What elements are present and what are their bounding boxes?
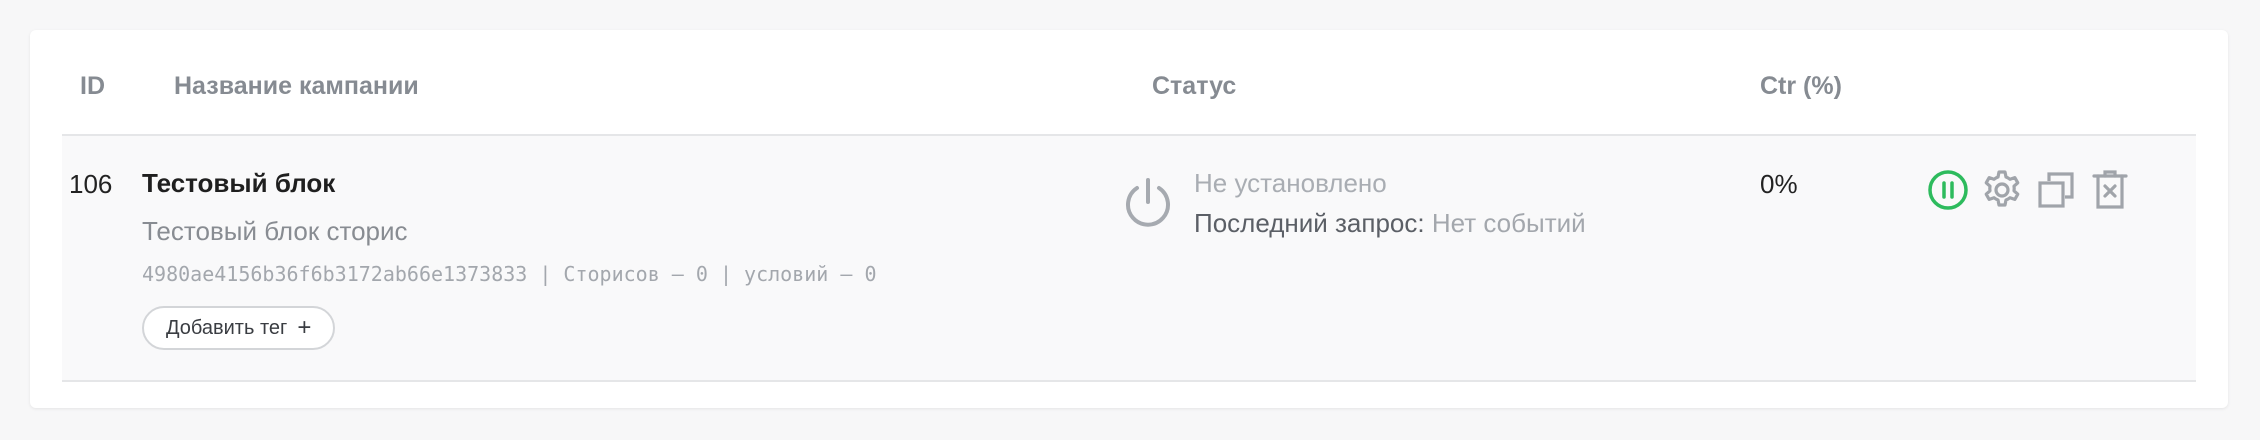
power-icon [1126, 178, 1170, 227]
plus-icon: + [297, 314, 312, 341]
pause-button[interactable] [1926, 166, 1970, 214]
header-id[interactable]: ID [80, 72, 105, 101]
table-row: 106 Тестовый блок Тестовый блок сторис 4… [62, 136, 2196, 382]
gear-icon [1984, 170, 2020, 207]
campaign-meta: 4980ae4156b36f6b3172ab66e1373833 | Стори… [142, 262, 877, 286]
last-request-label: Последний запрос: [1194, 208, 1425, 238]
campaign-title[interactable]: Тестовый блок [142, 168, 335, 199]
delete-button[interactable] [2088, 166, 2132, 214]
campaigns-card: ID Название кампании Статус Ctr (%) 106 … [30, 30, 2228, 408]
last-request: Последний запрос: Нет событий [1194, 208, 1586, 239]
duplicate-button[interactable] [2034, 166, 2078, 214]
header-campaign-name[interactable]: Название кампании [174, 72, 419, 101]
settings-button[interactable] [1980, 166, 2024, 214]
add-tag-button[interactable]: Добавить тег + [142, 306, 336, 350]
campaign-id: 106 [69, 169, 113, 199]
delete-icon [2092, 170, 2128, 209]
status-text: Не установлено [1194, 168, 1387, 198]
header-status[interactable]: Статус [1152, 72, 1236, 101]
table-header: ID Название кампании Статус Ctr (%) [62, 30, 2196, 136]
pause-icon [1928, 170, 1968, 210]
ctr-value: 0% [1760, 169, 1798, 199]
campaign-subtitle: Тестовый блок сторис [142, 216, 408, 246]
copy-icon [2038, 172, 2074, 208]
header-ctr[interactable]: Ctr (%) [1760, 72, 1842, 101]
last-request-value: Нет событий [1431, 208, 1586, 238]
row-actions [1926, 166, 2132, 214]
add-tag-label: Добавить тег [166, 316, 288, 339]
